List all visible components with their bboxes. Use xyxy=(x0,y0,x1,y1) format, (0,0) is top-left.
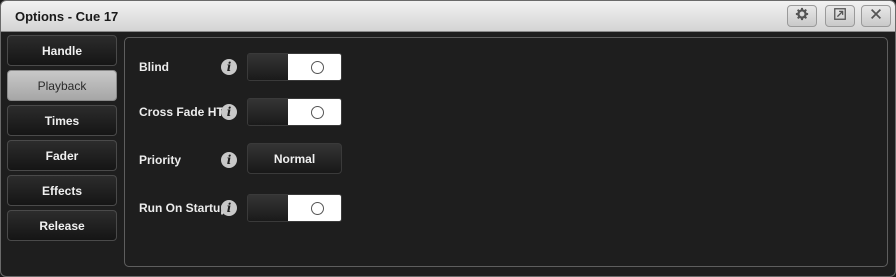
toggle-off-side xyxy=(248,99,288,125)
toggle-knob xyxy=(311,202,324,215)
restore-icon xyxy=(833,7,847,26)
toggle-off-side xyxy=(248,54,288,80)
info-icon[interactable]: i xyxy=(221,152,237,168)
info-icon[interactable]: i xyxy=(221,200,237,216)
gear-icon xyxy=(795,7,809,26)
run-on-startup-label: Run On Startup xyxy=(139,201,228,215)
info-icon[interactable]: i xyxy=(221,59,237,75)
close-button[interactable] xyxy=(861,5,891,27)
sidebar-item-fader[interactable]: Fader xyxy=(7,140,117,171)
toggle-off-side xyxy=(248,195,288,221)
window-title: Options - Cue 17 xyxy=(15,9,119,24)
run-on-startup-toggle[interactable] xyxy=(247,194,342,222)
restore-button[interactable] xyxy=(825,5,855,27)
toggle-knob xyxy=(311,106,324,119)
toggle-knob xyxy=(311,61,324,74)
settings-button[interactable] xyxy=(787,5,817,27)
blind-toggle[interactable] xyxy=(247,53,342,81)
info-icon[interactable]: i xyxy=(221,104,237,120)
title-bar[interactable]: Options - Cue 17 xyxy=(1,1,895,32)
sidebar-item-effects[interactable]: Effects xyxy=(7,175,117,206)
options-panel: Blind i Cross Fade HTP i Priority i Norm… xyxy=(124,37,888,267)
sidebar-item-release[interactable]: Release xyxy=(7,210,117,241)
priority-label: Priority xyxy=(139,153,182,167)
sidebar-item-playback[interactable]: Playback xyxy=(7,70,117,101)
options-window: Options - Cue 17 Handle Playback Times F… xyxy=(0,0,896,277)
cross-fade-htp-toggle[interactable] xyxy=(247,98,342,126)
sidebar-item-times[interactable]: Times xyxy=(7,105,117,136)
close-icon xyxy=(869,7,883,26)
cross-fade-htp-label: Cross Fade HTP xyxy=(139,105,232,119)
priority-button[interactable]: Normal xyxy=(247,143,342,174)
sidebar-item-handle[interactable]: Handle xyxy=(7,35,117,66)
blind-label: Blind xyxy=(139,60,169,74)
